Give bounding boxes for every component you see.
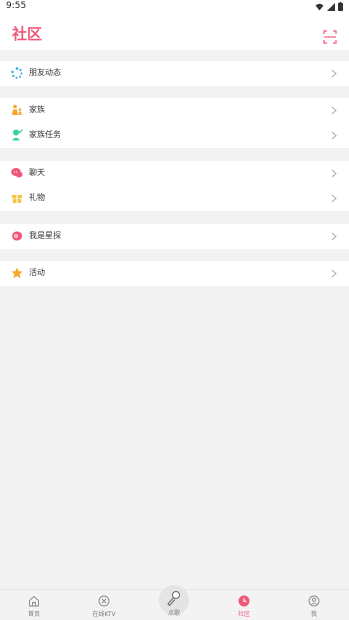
menu-item-label: 活动 (29, 268, 45, 277)
chevron-right-icon (331, 194, 337, 203)
menu-group-family: 家族 家族任务 (0, 98, 349, 148)
status-icons (315, 2, 343, 11)
menu-group-friends: 朋友动态 (0, 61, 349, 86)
menu-item-label: 家族 (29, 105, 45, 114)
friends-feed-icon (11, 67, 23, 79)
menu-group-social: 聊天 礼物 (0, 161, 349, 211)
chevron-right-icon (331, 131, 337, 140)
home-icon (29, 595, 39, 607)
menu-group-activity: 活动 (0, 261, 349, 286)
page-title: 社区 (12, 25, 43, 43)
chevron-right-icon (331, 232, 337, 241)
header: 社区 (0, 14, 349, 50)
status-bar: 9:55 (0, 0, 349, 14)
family-task-icon (12, 129, 23, 141)
tab-community[interactable]: 社区 (214, 590, 274, 620)
menu-item-family[interactable]: 家族 (0, 98, 349, 123)
battery-icon (338, 2, 343, 11)
tab-label: 首页 (27, 611, 40, 618)
tab-label: 在线KTV (92, 611, 116, 618)
menu-item-family-task[interactable]: 家族任务 (0, 123, 349, 148)
chevron-right-icon (331, 169, 337, 178)
menu-item-label: 朋友动态 (29, 68, 61, 77)
tab-home[interactable]: 首页 (4, 590, 64, 620)
signal-icon (327, 2, 335, 11)
menu-item-chat[interactable]: 聊天 (0, 161, 349, 186)
menu-item-gift[interactable]: 礼物 (0, 186, 349, 211)
menu-item-label: 我是星探 (29, 231, 61, 240)
chat-icon (11, 168, 23, 178)
chevron-right-icon (331, 269, 337, 278)
menu-item-activity[interactable]: 活动 (0, 261, 349, 286)
menu-item-friends-feed[interactable]: 朋友动态 (0, 61, 349, 86)
gift-icon (12, 195, 22, 203)
tab-label: 社区 (237, 611, 250, 618)
tab-label: 点歌 (167, 610, 180, 617)
wifi-icon (315, 3, 324, 10)
menu-item-label: 家族任务 (29, 130, 61, 139)
chevron-right-icon (331, 106, 337, 115)
star-scout-icon (12, 231, 23, 241)
menu-item-star-scout[interactable]: 我是星探 (0, 224, 349, 249)
community-icon (238, 595, 250, 607)
scan-icon[interactable] (323, 30, 337, 44)
ktv-icon (98, 595, 110, 607)
menu-item-label: 聊天 (29, 168, 45, 177)
chevron-right-icon (331, 69, 337, 78)
profile-icon (308, 595, 320, 607)
tab-online-ktv[interactable]: 在线KTV (74, 590, 134, 620)
tab-me[interactable]: 我 (284, 590, 344, 620)
family-icon (12, 104, 22, 115)
tab-label: 我 (310, 611, 317, 618)
menu-item-label: 礼物 (29, 193, 45, 202)
menu-group-scout: 我是星探 (0, 224, 349, 249)
status-time: 9:55 (6, 1, 27, 11)
activity-star-icon (11, 267, 23, 279)
